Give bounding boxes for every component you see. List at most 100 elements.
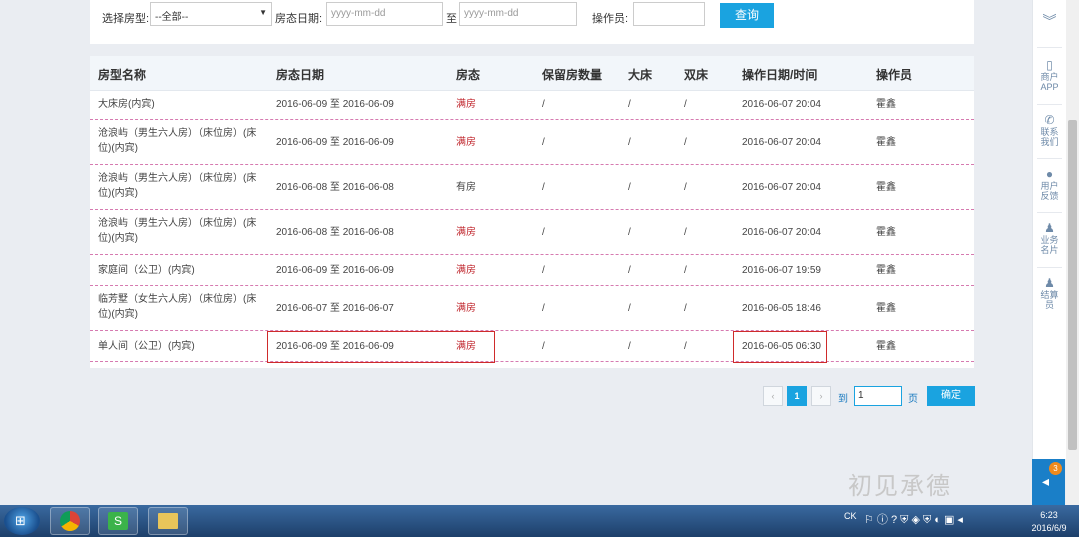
sidebar-item-merchant-app[interactable]: ▯ 商户 APP — [1033, 58, 1066, 92]
cell-big-bed: / — [628, 182, 631, 193]
sidebar-label: APP — [1040, 82, 1059, 92]
cell-twin-bed: / — [684, 227, 687, 238]
person-icon: ♟ — [1044, 276, 1055, 290]
cell-reserved: / — [542, 227, 545, 238]
header-op-time: 操作日期/时间 — [742, 68, 818, 82]
cell-date: 2016-06-09 至 2016-06-09 — [276, 137, 394, 148]
folder-icon — [158, 513, 178, 529]
cell-status: 满房 — [456, 227, 476, 238]
cell-operator: 霍鑫 — [876, 137, 896, 148]
sidebar-label: 用户 — [1040, 181, 1059, 191]
prev-page-button[interactable]: ‹ — [763, 386, 783, 406]
cell-op-time: 2016-06-07 20:04 — [742, 227, 821, 238]
room-type-select[interactable]: --全部-- ▼ — [150, 2, 272, 26]
date-to-input[interactable]: yyyy-mm-dd — [459, 2, 577, 26]
date-separator: 至 — [446, 13, 457, 25]
sidebar-label: 反馈 — [1040, 191, 1059, 201]
cell-date: 2016-06-08 至 2016-06-08 — [276, 227, 394, 238]
page-number-input[interactable]: 1 — [854, 386, 902, 406]
cell-status: 满房 — [456, 137, 476, 148]
clock-time[interactable]: 6:23 — [1022, 510, 1076, 520]
cell-twin-bed: / — [684, 265, 687, 276]
room-type-label: 选择房型: — [102, 13, 150, 25]
cell-room-name: 大床房(内宾) — [98, 99, 155, 110]
watermark-text: 初见承德 — [848, 472, 952, 500]
table-row: 大床房(内宾) 2016-06-09 至 2016-06-09 满房 / / /… — [90, 91, 974, 120]
cell-status: 有房 — [456, 182, 476, 193]
person-icon: ♟ — [1044, 221, 1055, 235]
page-suffix-label: 页 — [908, 394, 918, 405]
cell-twin-bed: / — [684, 99, 687, 110]
cell-reserved: / — [542, 265, 545, 276]
chevron-down-icon: ▼ — [259, 8, 267, 17]
taskbar-app-green[interactable]: S — [98, 507, 138, 535]
date-label: 房态日期: — [275, 13, 323, 25]
cell-operator: 霍鑫 — [876, 227, 896, 238]
sidebar-item-settlement[interactable]: ♟ 结算 员 — [1033, 276, 1066, 310]
sidebar-divider — [1037, 212, 1062, 213]
sidebar-divider — [1037, 104, 1062, 105]
header-operator: 操作员 — [876, 68, 913, 82]
cell-reserved: / — [542, 341, 545, 352]
cell-reserved: / — [542, 99, 545, 110]
sidebar-item-business-card[interactable]: ♟ 业务 名片 — [1033, 221, 1066, 255]
sidebar-label: 商户 — [1040, 72, 1059, 82]
cell-operator: 霍鑫 — [876, 303, 896, 314]
scrollbar-thumb[interactable] — [1068, 120, 1077, 450]
cell-op-time: 2016-06-07 20:04 — [742, 182, 821, 193]
date-from-input[interactable]: yyyy-mm-dd — [326, 2, 443, 26]
query-button[interactable]: 查询 — [720, 3, 774, 28]
tray-icons[interactable]: ⚐ ⓘ ? ⛨ ◈ ⛨ ◐ ▣ ◂ — [864, 511, 963, 527]
confirm-page-button[interactable]: 确定 — [927, 386, 975, 406]
sidebar-divider — [1037, 158, 1062, 159]
header-status: 房态 — [456, 68, 481, 82]
header-status-date: 房态日期 — [276, 68, 325, 82]
operator-input[interactable] — [633, 2, 705, 26]
cell-room-name: 沧浪屿（男生六人房）（床位房）(床位)(内宾) — [98, 128, 257, 154]
double-chevron-down-icon[interactable]: ︾ — [1033, 14, 1066, 28]
cell-big-bed: / — [628, 265, 631, 276]
filter-bar: 选择房型: --全部-- ▼ 房态日期: yyyy-mm-dd 至 yyyy-m… — [90, 0, 974, 44]
start-button[interactable]: ⊞ — [4, 507, 40, 535]
next-page-button[interactable]: › — [811, 386, 831, 406]
sidebar-item-contact[interactable]: ✆ 联系 我们 — [1033, 113, 1066, 147]
sidebar-label: 结算 — [1040, 290, 1059, 300]
header-reserved: 保留房数量 — [542, 68, 603, 82]
cell-status: 满房 — [456, 99, 476, 110]
cell-reserved: / — [542, 137, 545, 148]
header-twin-bed: 双床 — [684, 68, 709, 82]
taskbar-app-chrome[interactable] — [50, 507, 90, 535]
speaker-icon: ◂ — [1042, 473, 1050, 489]
current-page-button[interactable]: 1 — [787, 386, 807, 406]
call-icon: ✆ — [1044, 113, 1055, 127]
phone-icon: ▯ — [1046, 58, 1053, 72]
table-row: 临芳墅（女生六人房）（床位房）(床位)(内宾) 2016-06-07 至 201… — [90, 286, 974, 331]
chrome-icon — [60, 511, 80, 531]
cell-date: 2016-06-09 至 2016-06-09 — [276, 99, 394, 110]
operator-label: 操作员: — [592, 13, 629, 25]
sidebar-label: 业务 — [1040, 235, 1059, 245]
cell-room-name: 沧浪屿（男生六人房）（床位房）(床位)(内宾) — [98, 218, 257, 244]
ime-indicator[interactable]: CK — [844, 511, 857, 521]
header-room-name: 房型名称 — [98, 68, 147, 82]
table-row: 沧浪屿（男生六人房）（床位房）(床位)(内宾) 2016-06-09 至 201… — [90, 120, 974, 165]
cell-status: 满房 — [456, 303, 476, 314]
sidebar-item-feedback[interactable]: ● 用户 反馈 — [1033, 167, 1066, 201]
sidebar-label: 我们 — [1040, 137, 1059, 147]
table-row: 家庭间（公卫）(内宾) 2016-06-09 至 2016-06-09 满房 /… — [90, 255, 974, 286]
table-row: 单人间（公卫）(内宾) 2016-06-09 至 2016-06-09 满房 /… — [90, 331, 974, 362]
cell-op-time: 2016-06-07 20:04 — [742, 137, 821, 148]
sidebar-label: 名片 — [1040, 245, 1059, 255]
taskbar-app-explorer[interactable] — [148, 507, 188, 535]
room-type-value: --全部-- — [155, 12, 189, 23]
table-header: 房型名称 房态日期 房态 保留房数量 大床 双床 操作日期/时间 操作员 — [90, 56, 974, 91]
cell-op-time: 2016-06-07 20:04 — [742, 99, 821, 110]
cell-operator: 霍鑫 — [876, 99, 896, 110]
cell-room-name: 沧浪屿（男生六人房）（床位房）(床位)(内宾) — [98, 173, 257, 199]
table-row: 沧浪屿（男生六人房）（床位房）(床位)(内宾) 2016-06-08 至 201… — [90, 210, 974, 255]
cell-twin-bed: / — [684, 341, 687, 352]
header-big-bed: 大床 — [628, 68, 653, 82]
cell-big-bed: / — [628, 303, 631, 314]
clock-date[interactable]: 2016/6/9 — [1022, 523, 1076, 533]
cell-op-time: 2016-06-05 18:46 — [742, 303, 821, 314]
